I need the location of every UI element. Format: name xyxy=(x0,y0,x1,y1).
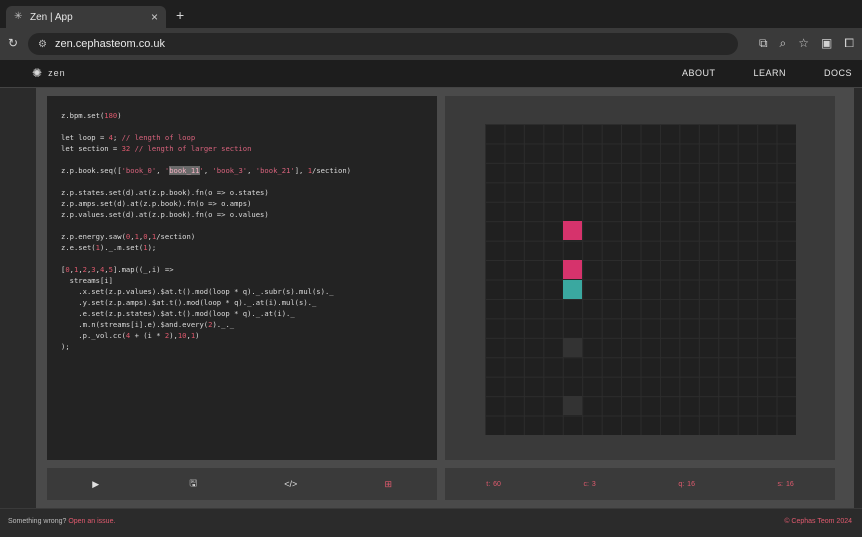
nav-learn[interactable]: LEARN xyxy=(753,68,786,78)
reload-icon[interactable]: ↻ xyxy=(8,36,18,50)
save-button[interactable]: 🖫 xyxy=(179,476,207,492)
stat-s: s: 16 xyxy=(777,480,794,488)
browser-tabbar: ✳ Zen | App × + xyxy=(0,0,862,28)
code-line: z.p.energy.saw(0,1,0,1/section) xyxy=(61,232,196,241)
play-button[interactable]: ▶ xyxy=(82,479,110,490)
code-line: let loop = 4; // length of loop xyxy=(61,133,196,142)
nav-about[interactable]: ABOUT xyxy=(682,68,716,78)
nav-docs[interactable]: DOCS xyxy=(824,68,852,78)
visualizer-grid xyxy=(485,124,796,435)
open-in-new-icon[interactable]: ⧉ xyxy=(759,36,768,51)
new-tab-icon[interactable]: + xyxy=(176,7,184,23)
browser-actions: ⧉ ⌕ ☆ ▣ ⧠ xyxy=(759,36,854,51)
app-main: z.bpm.set(180) let loop = 4; // length o… xyxy=(36,88,854,508)
footer-issue: Something wrong? Open an issue. xyxy=(8,518,116,525)
tab-title: Zen | App xyxy=(30,11,73,23)
grid-cell xyxy=(562,337,582,357)
browser-toolbar: ↻ ⚙ zen.cephasteom.co.uk ⧉ ⌕ ☆ ▣ ⧠ xyxy=(0,28,862,60)
copyright: © Cephas Teom 2024 xyxy=(784,518,852,525)
code-line: .p._vol.cc(4 + (i * 2),10,1) xyxy=(61,331,200,340)
close-tab-icon[interactable]: × xyxy=(151,10,158,24)
stat-q: q: 16 xyxy=(678,480,695,488)
stat-c: c: 3 xyxy=(583,480,596,488)
code-line: z.bpm.set(180) xyxy=(61,111,122,120)
grid-cell xyxy=(562,279,582,299)
editor-controls: ▶ 🖫 </> ⊞ xyxy=(47,468,437,500)
browser-tab[interactable]: ✳ Zen | App × xyxy=(6,6,166,28)
code-line: .y.set(z.p.amps).$at.t().mod(loop * q)._… xyxy=(61,298,317,307)
code-line: z.p.states.set(d).at(z.p.book).fn(o => o… xyxy=(61,188,269,197)
grid-cell xyxy=(562,221,582,241)
zen-logo-icon: ✺ xyxy=(32,66,43,80)
visualizer-panel xyxy=(445,96,835,460)
site-nav: ABOUT LEARN DOCS xyxy=(682,68,852,78)
puzzle-icon[interactable]: ⧠ xyxy=(844,36,854,51)
site-info-icon[interactable]: ⚙ xyxy=(38,39,47,50)
code-line: ); xyxy=(61,342,70,351)
code-line: z.p.amps.set(d).at(z.p.book).fn(o => o.a… xyxy=(61,199,252,208)
code-line: streams[i] xyxy=(61,276,113,285)
code-line: .x.set(z.p.values).$at.t().mod(loop * q)… xyxy=(61,287,334,296)
site-header: ✺ zen ABOUT LEARN DOCS xyxy=(0,60,862,88)
grid-cell xyxy=(562,260,582,280)
extension-icon[interactable]: ▣ xyxy=(821,36,832,51)
open-issue-link[interactable]: Open an issue. xyxy=(68,518,115,525)
bookmark-star-icon[interactable]: ☆ xyxy=(798,36,809,51)
code-button[interactable]: </> xyxy=(277,479,305,489)
zoom-icon[interactable]: ⌕ xyxy=(780,36,787,51)
address-bar[interactable]: ⚙ zen.cephasteom.co.uk xyxy=(28,33,738,55)
stat-t: t: 60 xyxy=(486,480,501,488)
code-line: z.p.book.seq(['book_0', 'book_11', 'book… xyxy=(61,166,351,175)
code-editor[interactable]: z.bpm.set(180) let loop = 4; // length o… xyxy=(47,96,437,460)
code-line: z.e.set(1)._.m.set(1); xyxy=(61,243,157,252)
grid-cell xyxy=(562,396,582,416)
code-line: .e.set(z.p.states).$at.t().mod(loop * q)… xyxy=(61,309,295,318)
stats-bar: t: 60 c: 3 q: 16 s: 16 xyxy=(445,468,835,500)
grid-button[interactable]: ⊞ xyxy=(374,479,402,490)
url-text: zen.cephasteom.co.uk xyxy=(54,38,166,50)
code-line: z.p.values.set(d).at(z.p.book).fn(o => o… xyxy=(61,210,269,219)
site-logo[interactable]: ✺ zen xyxy=(32,66,66,80)
code-line: [0,1,2,3,4,5].map((_,i) => xyxy=(61,265,174,274)
logo-text: zen xyxy=(48,68,66,78)
site-footer: Something wrong? Open an issue. © Cephas… xyxy=(0,508,862,537)
code-line: let section = 32 // length of larger sec… xyxy=(61,144,252,153)
zen-favicon-icon: ✳ xyxy=(14,11,23,22)
code-line: .m.n(streams[i].e).$and.every(2)._._ xyxy=(61,320,235,329)
